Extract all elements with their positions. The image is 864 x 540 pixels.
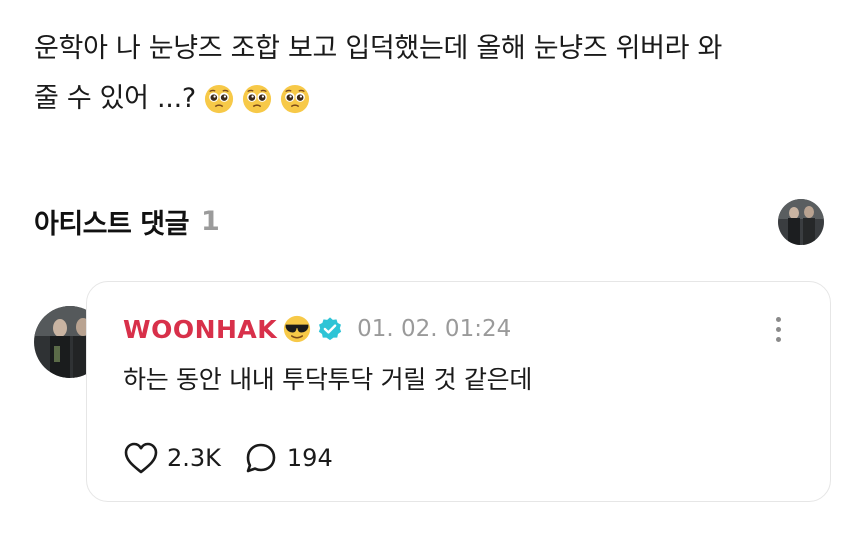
post-text-line-1: 운학아 나 눈냥즈 조합 보고 입덕했는데 올해 눈냥즈 위버라 와 — [34, 33, 723, 64]
artist-comment-card: WOONHAK 01. 02. 01:24 하는 동안 내내 투닥투닥 거릴 것… — [86, 281, 831, 502]
reply-button[interactable]: 194 — [243, 441, 333, 475]
post-text-line-2-wrap: 줄 수 있어 ...? — [34, 74, 834, 124]
post-text: 운학아 나 눈냥즈 조합 보고 입덕했는데 올해 눈냥즈 위버라 와 줄 수 있… — [34, 24, 834, 124]
heart-icon — [124, 442, 158, 474]
pleading-face-icon — [280, 84, 309, 114]
comment-body: 하는 동안 내내 투닥투닥 거릴 것 같은데 — [123, 365, 533, 394]
section-title: 아티스트 댓글 — [34, 208, 189, 240]
post-text-line-2: 줄 수 있어 ...? — [34, 83, 196, 114]
comment-actions: 2.3K 194 — [123, 440, 333, 476]
like-button[interactable]: 2.3K — [123, 441, 221, 475]
pleading-face-icon — [242, 84, 271, 114]
comment-author-name[interactable]: WOONHAK — [123, 315, 277, 344]
more-options-icon[interactable] — [765, 312, 791, 346]
comment-timestamp: 01. 02. 01:24 — [357, 316, 512, 342]
artist-avatar[interactable] — [778, 199, 824, 245]
comment-header: WOONHAK 01. 02. 01:24 — [123, 312, 511, 346]
sunglasses-face-icon — [284, 315, 311, 343]
like-count: 2.3K — [167, 444, 221, 472]
pleading-face-icon — [204, 84, 233, 114]
verified-badge-icon — [319, 317, 342, 341]
comment-count: 1 — [200, 205, 220, 237]
artist-comments-header: 아티스트 댓글 1 — [34, 196, 220, 246]
reply-count: 194 — [286, 444, 333, 472]
speech-bubble-icon — [246, 443, 276, 473]
